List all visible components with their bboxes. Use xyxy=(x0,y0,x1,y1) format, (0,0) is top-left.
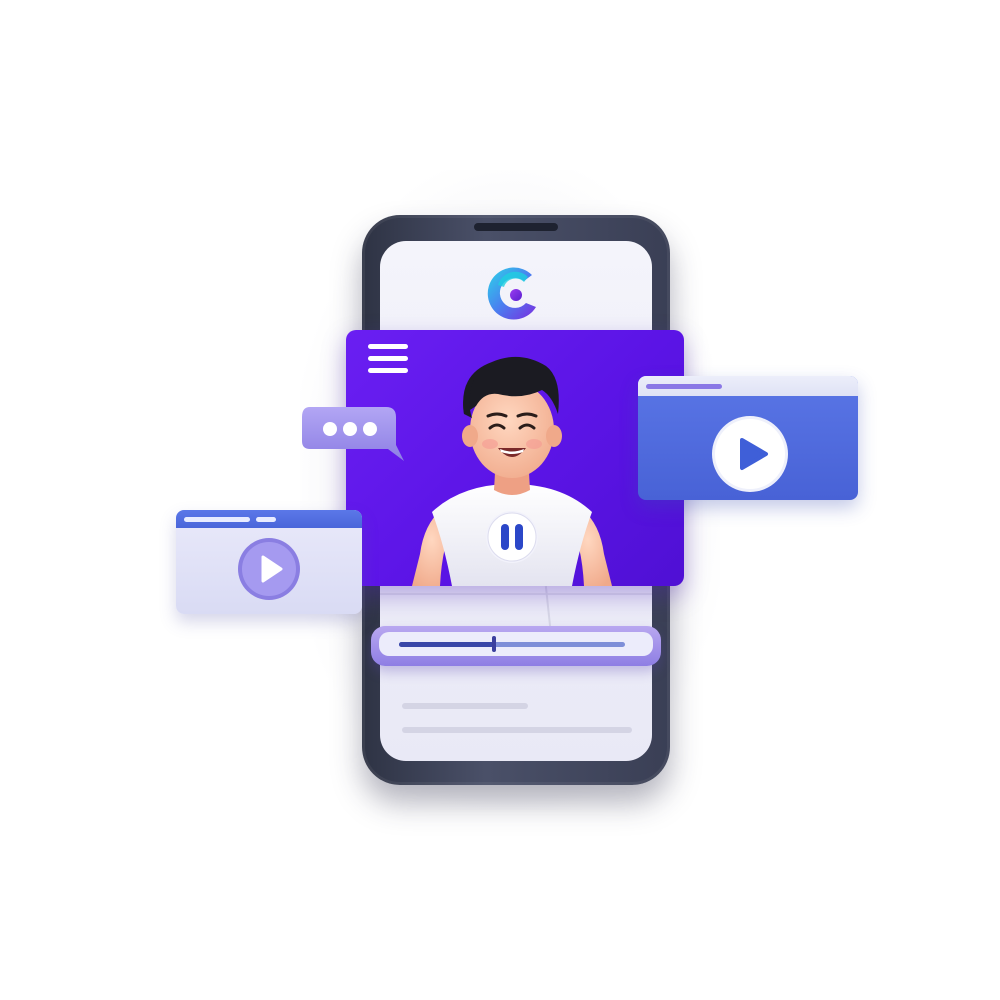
progress-handle[interactable] xyxy=(491,636,496,652)
playback-progress-bar[interactable] xyxy=(371,626,661,666)
video-window-right[interactable] xyxy=(638,376,858,500)
presenter-avatar xyxy=(412,356,612,586)
screen-divider xyxy=(380,593,652,595)
play-icon[interactable] xyxy=(236,536,302,602)
text-placeholder-line xyxy=(402,703,528,709)
window-title-bar xyxy=(638,376,858,396)
title-placeholder-line xyxy=(184,517,250,522)
text-placeholder-line xyxy=(402,727,632,733)
chat-typing-icon[interactable] xyxy=(300,405,404,465)
c-logo-icon xyxy=(487,267,536,320)
window-title-bar xyxy=(176,510,362,528)
play-icon[interactable] xyxy=(710,414,790,494)
phone-speaker xyxy=(474,223,558,231)
title-placeholder-line xyxy=(256,517,276,522)
video-window-left[interactable] xyxy=(176,510,362,614)
progress-fill xyxy=(399,642,494,647)
pause-icon[interactable] xyxy=(486,511,538,563)
title-placeholder-line xyxy=(646,384,722,389)
